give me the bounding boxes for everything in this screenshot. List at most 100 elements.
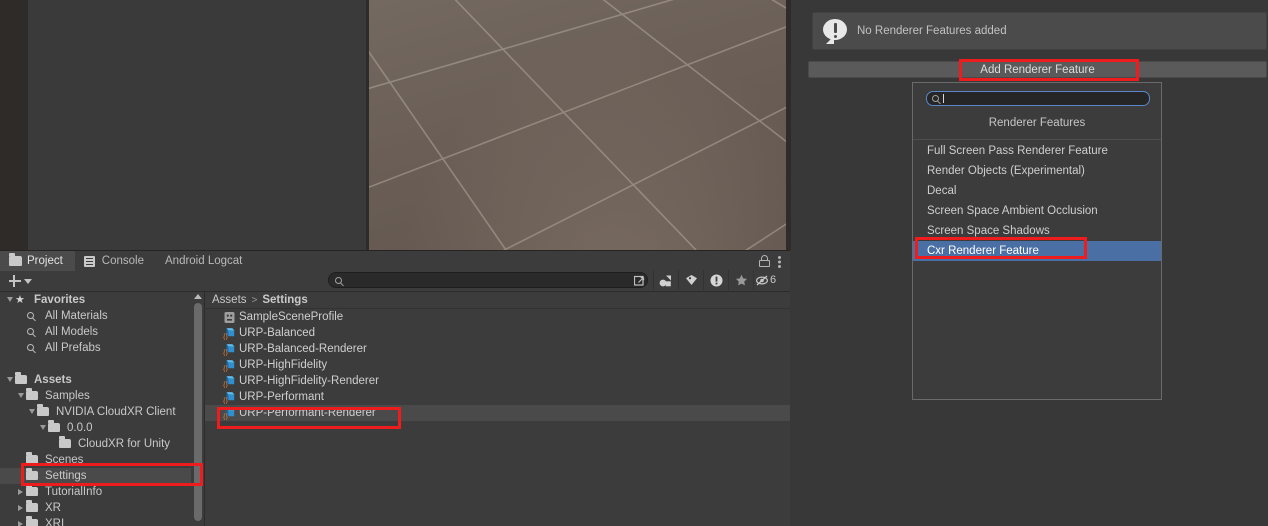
tree-item-settings[interactable]: Settings bbox=[0, 468, 205, 484]
tree-item-icon bbox=[26, 500, 41, 515]
renderer-feature-dropdown[interactable]: Renderer Features Full Screen Pass Rende… bbox=[912, 82, 1162, 400]
dropdown-title: Renderer Features bbox=[988, 117, 1086, 129]
tree-twisty[interactable] bbox=[15, 502, 26, 514]
tab-android-logcat[interactable]: Android Logcat bbox=[156, 251, 254, 271]
chevron-right-icon[interactable] bbox=[18, 520, 23, 526]
console-icon bbox=[83, 255, 97, 267]
dropdown-item[interactable]: Decal bbox=[913, 181, 1161, 201]
tree-twisty[interactable] bbox=[15, 486, 26, 498]
dropdown-items-container: Full Screen Pass Renderer Feature Render … bbox=[913, 141, 1161, 261]
tree-item-label: NVIDIA CloudXR Client bbox=[56, 406, 176, 418]
project-folder-tree[interactable]: ★ Favorites All Materials All Models All Pre… bbox=[0, 292, 205, 526]
dropdown-item[interactable]: Screen Space Shadows bbox=[913, 221, 1161, 241]
urp-asset-icon: {} bbox=[223, 343, 235, 356]
tree-item-label: Assets bbox=[34, 374, 72, 386]
dropdown-item[interactable]: Cxr Renderer Feature bbox=[913, 241, 1161, 261]
add-renderer-feature-button[interactable]: Add Renderer Feature bbox=[808, 61, 1267, 78]
hidden-packages-icon[interactable]: 6 bbox=[753, 270, 778, 290]
breadcrumb-current: Settings bbox=[262, 294, 308, 306]
project-search-input[interactable] bbox=[328, 272, 648, 288]
folder-open-icon bbox=[37, 404, 49, 416]
tree-item-xr[interactable]: XR bbox=[0, 500, 205, 516]
filter-by-warning-icon[interactable] bbox=[703, 270, 728, 290]
scrollbar-thumb[interactable] bbox=[193, 303, 202, 521]
asset-row[interactable]: {} URP-HighFidelity bbox=[205, 357, 790, 373]
dropdown-item[interactable]: Screen Space Ambient Occlusion bbox=[913, 201, 1161, 221]
asset-row[interactable]: {} URP-Balanced bbox=[205, 325, 790, 341]
no-renderer-features-infobox: No Renderer Features added bbox=[812, 12, 1267, 50]
tree-twisty[interactable] bbox=[15, 390, 26, 402]
dropdown-item[interactable]: Render Objects (Experimental) bbox=[913, 161, 1161, 181]
svg-text:{}: {} bbox=[223, 396, 229, 404]
chevron-down-icon[interactable] bbox=[6, 377, 13, 383]
filter-by-type-icon[interactable] bbox=[653, 270, 678, 290]
chevron-down-icon[interactable] bbox=[39, 425, 46, 431]
breadcrumb-separator-icon: > bbox=[251, 294, 258, 306]
project-tree-scrollbar[interactable] bbox=[191, 292, 204, 526]
asset-row[interactable]: SampleSceneProfile bbox=[205, 309, 790, 325]
tree-item-tutorialinfo[interactable]: TutorialInfo bbox=[0, 484, 205, 500]
svg-text:{}: {} bbox=[223, 364, 229, 372]
folder-icon bbox=[9, 253, 22, 267]
tree-item-assets[interactable]: Assets bbox=[0, 372, 205, 388]
lock-icon[interactable] bbox=[759, 255, 770, 267]
asset-icon: {} bbox=[221, 391, 238, 404]
urp-asset-icon: {} bbox=[223, 359, 235, 372]
tree-item-scenes[interactable]: Scenes bbox=[0, 452, 205, 468]
filter-by-favorite-icon[interactable] bbox=[728, 270, 753, 290]
asset-row[interactable]: {} URP-HighFidelity-Renderer bbox=[205, 373, 790, 389]
tree-item-label: CloudXR for Unity bbox=[78, 438, 171, 450]
asset-label: URP-HighFidelity-Renderer bbox=[239, 375, 379, 387]
save-search-icon[interactable] bbox=[628, 270, 653, 290]
folder-icon bbox=[26, 452, 38, 464]
tree-item-all-prefabs[interactable]: All Prefabs bbox=[0, 340, 205, 356]
tab-project-label: Project bbox=[27, 255, 63, 267]
dropdown-search-input[interactable] bbox=[926, 91, 1150, 106]
tree-item-favorites[interactable]: ★ Favorites bbox=[0, 292, 205, 308]
filter-by-label-icon[interactable] bbox=[678, 270, 703, 290]
unity-editor-window: Project Console Android Logcat 6 ★ Favor… bbox=[0, 0, 1268, 526]
chevron-down-icon[interactable] bbox=[17, 393, 24, 399]
dropdown-item[interactable]: Full Screen Pass Renderer Feature bbox=[913, 141, 1161, 161]
asset-row[interactable]: {} URP-Performant-Renderer bbox=[205, 405, 790, 421]
tree-twisty[interactable] bbox=[15, 518, 26, 526]
asset-row[interactable]: {} URP-Performant bbox=[205, 389, 790, 405]
tree-item-samples[interactable]: Samples bbox=[0, 388, 205, 404]
create-asset-button[interactable] bbox=[0, 275, 32, 288]
tree-item-all-models[interactable]: All Models bbox=[0, 324, 205, 340]
breadcrumb-root[interactable]: Assets bbox=[212, 294, 247, 306]
tree-item-label: All Models bbox=[45, 326, 99, 338]
folder-icon bbox=[26, 500, 38, 512]
tree-item-0-0-0[interactable]: 0.0.0 bbox=[0, 420, 205, 436]
scene-view-3d-viewport[interactable] bbox=[366, 0, 791, 250]
text-cursor bbox=[943, 94, 944, 103]
tree-item-icon bbox=[26, 516, 41, 526]
kebab-menu-icon[interactable] bbox=[778, 255, 781, 268]
tree-item-xri[interactable]: XRI bbox=[0, 516, 205, 526]
asset-row[interactable]: {} URP-Balanced-Renderer bbox=[205, 341, 790, 357]
asset-icon: {} bbox=[221, 407, 238, 420]
tree-twisty[interactable] bbox=[26, 406, 37, 418]
tab-console[interactable]: Console bbox=[75, 251, 156, 271]
chevron-down-icon[interactable] bbox=[6, 297, 13, 303]
tree-twisty[interactable] bbox=[37, 422, 48, 434]
chevron-down-icon[interactable] bbox=[28, 409, 35, 415]
tree-item-label: TutorialInfo bbox=[45, 486, 103, 498]
tree-item-icon bbox=[59, 436, 74, 451]
tree-item-icon bbox=[26, 484, 41, 499]
tree-item-cloudxr-for-unity[interactable]: CloudXR for Unity bbox=[0, 436, 205, 452]
tree-twisty[interactable] bbox=[4, 374, 15, 386]
scene-grid-lines bbox=[366, 0, 791, 250]
chevron-right-icon[interactable] bbox=[18, 504, 23, 511]
tree-item-nvidia-cloudxr-client[interactable]: NVIDIA CloudXR Client bbox=[0, 404, 205, 420]
star-icon: ★ bbox=[15, 294, 25, 306]
folder-open-icon bbox=[48, 420, 60, 432]
chevron-right-icon[interactable] bbox=[18, 488, 23, 495]
project-asset-list[interactable]: Assets > Settings SampleSceneProfile {} UR… bbox=[205, 292, 790, 526]
tree-item-icon bbox=[48, 420, 63, 435]
tab-project[interactable]: Project bbox=[0, 251, 75, 271]
tree-item-all-materials[interactable]: All Materials bbox=[0, 308, 205, 324]
scroll-up-arrow-icon[interactable] bbox=[194, 294, 202, 299]
tree-twisty[interactable] bbox=[4, 294, 15, 306]
